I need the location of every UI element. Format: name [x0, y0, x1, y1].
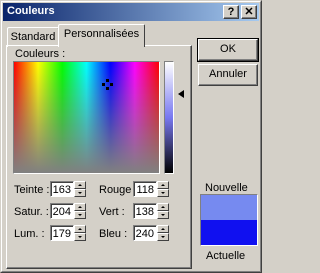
- lum-down-button[interactable]: [74, 233, 86, 241]
- rouge-label: Rouge :: [99, 184, 138, 196]
- rouge-input[interactable]: [133, 181, 157, 197]
- tab-personnalisees[interactable]: Personnalisées: [58, 24, 145, 47]
- bleu-input[interactable]: [133, 225, 157, 241]
- current-color-swatch: [201, 220, 257, 245]
- rouge-up-button[interactable]: [157, 181, 169, 189]
- color-spectrum[interactable]: [13, 61, 160, 174]
- luminosity-bar[interactable]: [164, 61, 174, 174]
- title-bar[interactable]: Couleurs ? ✕: [3, 3, 259, 21]
- vert-stepper[interactable]: [133, 203, 169, 219]
- lum-stepper[interactable]: [50, 225, 86, 241]
- bleu-down-button[interactable]: [157, 233, 169, 241]
- window-title: Couleurs: [7, 5, 55, 17]
- rouge-down-button[interactable]: [157, 189, 169, 197]
- crosshair-icon: [102, 79, 113, 90]
- vert-up-button[interactable]: [157, 203, 169, 211]
- satur-down-button[interactable]: [74, 211, 86, 219]
- satur-input[interactable]: [50, 203, 74, 219]
- rouge-stepper[interactable]: [133, 181, 169, 197]
- teinte-down-button[interactable]: [74, 189, 86, 197]
- color-preview: [200, 194, 258, 246]
- new-color-swatch: [201, 195, 257, 220]
- lum-label: Lum. :: [14, 228, 45, 240]
- color-dialog-window: Couleurs ? ✕ Standard Personnalisées Cou…: [0, 0, 262, 273]
- teinte-input[interactable]: [50, 181, 74, 197]
- lum-up-button[interactable]: [74, 225, 86, 233]
- cancel-button[interactable]: Annuler: [198, 64, 258, 86]
- tab-standard-label: Standard: [10, 31, 56, 43]
- triangle-left-icon[interactable]: [178, 90, 184, 98]
- vert-input[interactable]: [133, 203, 157, 219]
- bleu-label: Bleu :: [99, 228, 128, 240]
- tab-standard[interactable]: Standard: [7, 27, 59, 47]
- colors-label: Couleurs :: [15, 48, 66, 60]
- vert-label: Vert :: [99, 206, 125, 218]
- tab-personnalisees-label: Personnalisées: [63, 28, 140, 40]
- bleu-up-button[interactable]: [157, 225, 169, 233]
- teinte-up-button[interactable]: [74, 181, 86, 189]
- ok-button[interactable]: OK: [197, 38, 259, 62]
- satur-stepper[interactable]: [50, 203, 86, 219]
- help-button[interactable]: ?: [223, 5, 239, 19]
- teinte-label: Teinte :: [14, 184, 50, 196]
- teinte-stepper[interactable]: [50, 181, 86, 197]
- satur-up-button[interactable]: [74, 203, 86, 211]
- satur-label: Satur. :: [14, 206, 49, 218]
- new-color-label: Nouvelle: [205, 182, 248, 194]
- bleu-stepper[interactable]: [133, 225, 169, 241]
- vert-down-button[interactable]: [157, 211, 169, 219]
- close-button[interactable]: ✕: [241, 5, 257, 19]
- lum-input[interactable]: [50, 225, 74, 241]
- current-color-label: Actuelle: [206, 250, 246, 262]
